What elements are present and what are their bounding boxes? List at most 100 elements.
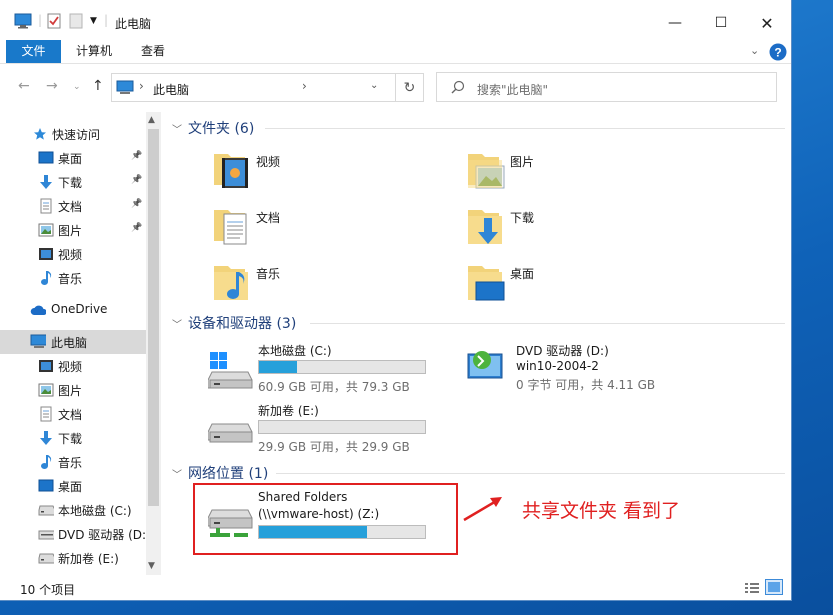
folder-item-videos[interactable]: 视频 bbox=[212, 148, 280, 193]
close-button[interactable]: ✕ bbox=[744, 8, 790, 38]
sidebar-item[interactable]: 本地磁盘 (C:) bbox=[0, 498, 146, 522]
tab-view[interactable]: 查看 bbox=[126, 40, 180, 63]
drive-volume-label: win10-2004-2 bbox=[516, 359, 599, 373]
breadcrumb-location[interactable]: 此电脑 bbox=[153, 81, 189, 98]
pin-icon[interactable]: 📌 bbox=[131, 223, 142, 233]
tab-computer[interactable]: 计算机 bbox=[66, 40, 122, 63]
expand-ribbon-icon[interactable]: ⌄ bbox=[750, 44, 759, 57]
document-icon bbox=[38, 406, 54, 422]
window-title: 此电脑 bbox=[115, 17, 152, 31]
drive-icon bbox=[207, 422, 254, 451]
annotation-text: 共享文件夹 看到了 bbox=[522, 500, 681, 522]
search-input[interactable]: 搜索"此电脑" bbox=[477, 81, 548, 98]
sidebar-item-label: 下载 bbox=[58, 176, 83, 190]
new-folder-icon[interactable] bbox=[69, 13, 83, 32]
music-icon bbox=[38, 454, 54, 470]
computer-icon[interactable] bbox=[14, 13, 32, 32]
group-header-network[interactable]: ﹀ 网络位置 (1) bbox=[172, 463, 268, 483]
group-title: 文件夹 (6) bbox=[188, 121, 255, 137]
address-dropdown-icon[interactable]: ⌄ bbox=[370, 80, 378, 91]
group-header-devices[interactable]: ﹀ 设备和驱动器 (3) bbox=[172, 313, 296, 333]
file-explorer-window: | ▼ | 此电脑 — ☐ ✕ 文件 计算机 查看 ⌄ ? ← → ⌄ ↑ › … bbox=[0, 0, 792, 601]
sidebar-item[interactable]: 图片 📌 bbox=[0, 218, 146, 242]
search-box[interactable]: 搜索"此电脑" bbox=[436, 72, 777, 102]
sidebar-item-label: 桌面 bbox=[58, 480, 83, 494]
sidebar-item[interactable]: 新加卷 (E:) bbox=[0, 546, 146, 570]
sidebar-item-label: 音乐 bbox=[58, 272, 83, 286]
folder-item-music[interactable]: 音乐 bbox=[212, 260, 280, 305]
scrollbar-thumb[interactable] bbox=[148, 129, 159, 506]
navigation-pane: 快速访问 桌面 📌 下载 📌 文档 📌 图片 📌 视频 音乐 OneDrive 此电脑 视频 图片 文档 下载音… bbox=[0, 110, 162, 575]
document-folder-icon bbox=[212, 204, 252, 249]
group-divider bbox=[265, 128, 785, 129]
download-icon bbox=[38, 430, 54, 446]
minimize-button[interactable]: — bbox=[652, 8, 698, 38]
sidebar-item[interactable]: 下载 📌 bbox=[0, 170, 146, 194]
sidebar-item[interactable]: OneDrive bbox=[0, 298, 146, 322]
sidebar-item[interactable]: 图片 bbox=[0, 378, 146, 402]
drive-item-e[interactable]: 新加卷 (E:) 29.9 GB 可用，共 29.9 GB bbox=[207, 402, 438, 454]
folder-item-downloads[interactable]: 下载 bbox=[466, 204, 534, 249]
breadcrumb-separator[interactable]: › bbox=[139, 79, 144, 93]
sidebar-item[interactable]: 下载 bbox=[0, 426, 146, 450]
folder-item-desktop[interactable]: 桌面 bbox=[466, 260, 534, 305]
group-header-folders[interactable]: ﹀ 文件夹 (6) bbox=[172, 118, 254, 138]
windows-drive-icon bbox=[207, 346, 254, 393]
sidebar-item-label: 文档 bbox=[58, 408, 83, 422]
collapse-chevron-icon[interactable]: ﹀ bbox=[172, 316, 182, 331]
dvd-icon bbox=[38, 526, 54, 542]
pin-icon[interactable]: 📌 bbox=[131, 175, 142, 185]
folder-item-pictures[interactable]: 图片 bbox=[466, 148, 534, 193]
breadcrumb-separator[interactable]: › bbox=[302, 79, 307, 93]
collapse-chevron-icon[interactable]: ﹀ bbox=[172, 466, 182, 481]
help-icon[interactable]: ? bbox=[769, 43, 787, 64]
back-button[interactable]: ← bbox=[18, 78, 30, 94]
drive-item-c[interactable]: 本地磁盘 (C:) 60.9 GB 可用，共 79.3 GB bbox=[207, 342, 438, 394]
sidebar-item[interactable]: 此电脑 bbox=[0, 330, 146, 354]
video-icon bbox=[38, 246, 54, 262]
sidebar-item[interactable]: 音乐 bbox=[0, 450, 146, 474]
desktop-icon bbox=[38, 150, 54, 166]
download-icon bbox=[38, 174, 54, 190]
sidebar-item[interactable]: DVD 驱动器 (D: bbox=[0, 522, 146, 546]
sidebar-item[interactable]: 桌面 📌 bbox=[0, 146, 146, 170]
music-icon bbox=[38, 270, 54, 286]
sidebar-item[interactable]: 文档 📌 bbox=[0, 194, 146, 218]
drive-icon bbox=[38, 550, 54, 566]
drive-usage-bar bbox=[258, 360, 426, 374]
collapse-chevron-icon[interactable]: ﹀ bbox=[172, 121, 182, 136]
svg-text:?: ? bbox=[774, 46, 781, 60]
drive-free-space: 29.9 GB 可用，共 29.9 GB bbox=[258, 440, 410, 454]
up-button[interactable]: ↑ bbox=[92, 78, 104, 94]
sidebar-item-label: 图片 bbox=[58, 384, 83, 398]
maximize-button[interactable]: ☐ bbox=[698, 8, 744, 38]
sidebar-item[interactable]: 视频 bbox=[0, 242, 146, 266]
refresh-button[interactable]: ↻ bbox=[395, 73, 424, 102]
sidebar-item[interactable]: 快速访问 bbox=[0, 122, 146, 146]
recent-locations-button[interactable]: ⌄ bbox=[73, 82, 81, 92]
title-bar: | ▼ | 此电脑 — ☐ ✕ bbox=[0, 0, 791, 40]
pin-icon[interactable]: 📌 bbox=[131, 151, 142, 161]
large-icons-view-icon[interactable] bbox=[765, 579, 783, 595]
folder-name: 音乐 bbox=[256, 267, 281, 281]
sidebar-item[interactable]: 桌面 bbox=[0, 474, 146, 498]
properties-icon[interactable] bbox=[46, 13, 62, 32]
tab-file[interactable]: 文件 bbox=[6, 40, 61, 63]
navigation-scrollbar[interactable]: ▲ ▼ bbox=[146, 112, 161, 576]
pin-icon[interactable]: 📌 bbox=[131, 199, 142, 209]
address-bar[interactable]: › 此电脑 › ⌄ bbox=[111, 73, 424, 102]
folder-name: 视频 bbox=[256, 155, 281, 169]
sidebar-item[interactable]: 视频 bbox=[0, 354, 146, 378]
sidebar-item[interactable]: 文档 bbox=[0, 402, 146, 426]
customize-toolbar-icon[interactable]: ▼ bbox=[90, 16, 97, 26]
group-title: 网络位置 (1) bbox=[188, 466, 269, 482]
details-view-icon[interactable] bbox=[744, 581, 760, 598]
scroll-up-arrow[interactable]: ▲ bbox=[148, 115, 155, 125]
forward-button[interactable]: → bbox=[46, 78, 58, 94]
sidebar-item-label: OneDrive bbox=[51, 302, 108, 316]
sidebar-item[interactable]: 音乐 bbox=[0, 266, 146, 290]
folder-item-documents[interactable]: 文档 bbox=[212, 204, 280, 249]
scroll-down-arrow[interactable]: ▼ bbox=[148, 561, 155, 571]
drive-item-d[interactable]: DVD 驱动器 (D:) win10-2004-2 0 字节 可用，共 4.11… bbox=[466, 342, 696, 394]
folder-name: 下载 bbox=[510, 211, 535, 225]
